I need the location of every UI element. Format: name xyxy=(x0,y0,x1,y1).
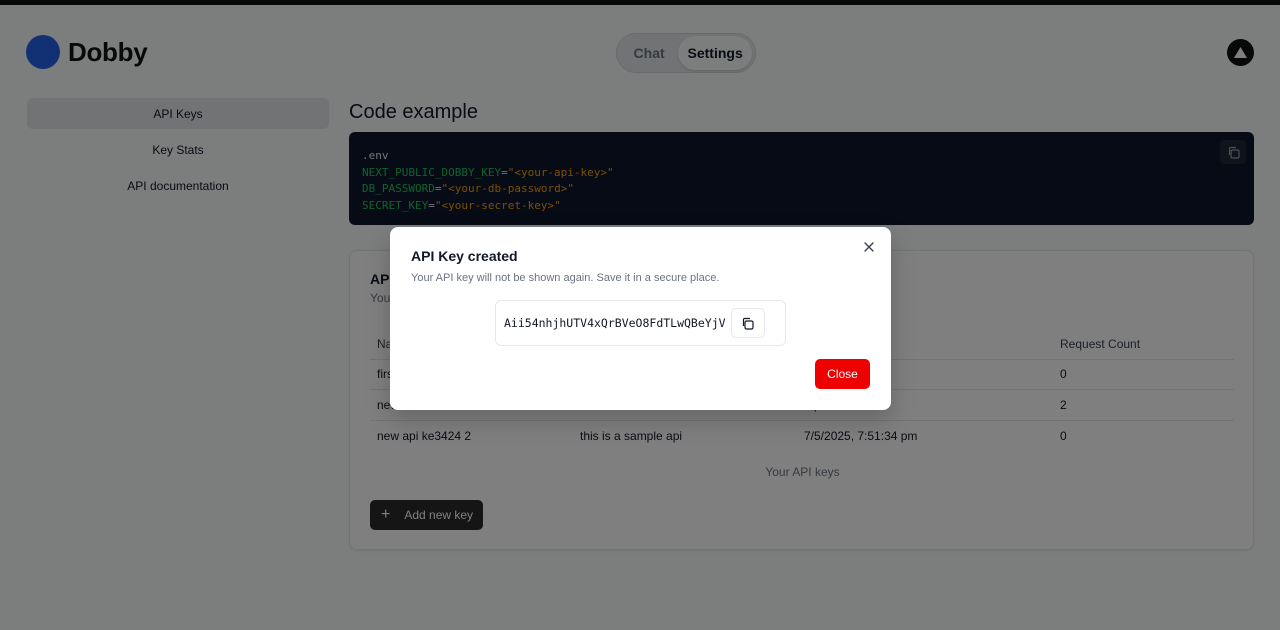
api-key-value[interactable]: Aii54nhjhUTV4xQrBVeO8FdTLwQBeYjV xyxy=(504,316,726,330)
close-button[interactable]: Close xyxy=(815,359,870,389)
api-key-created-dialog: API Key created Your API key will not be… xyxy=(390,227,891,410)
close-icon[interactable] xyxy=(862,240,876,254)
api-key-display: Aii54nhjhUTV4xQrBVeO8FdTLwQBeYjV xyxy=(495,300,786,346)
dialog-title: API Key created xyxy=(411,248,518,264)
dialog-description: Your API key will not be shown again. Sa… xyxy=(411,272,720,284)
copy-key-button[interactable] xyxy=(730,308,765,338)
copy-icon xyxy=(742,317,754,330)
